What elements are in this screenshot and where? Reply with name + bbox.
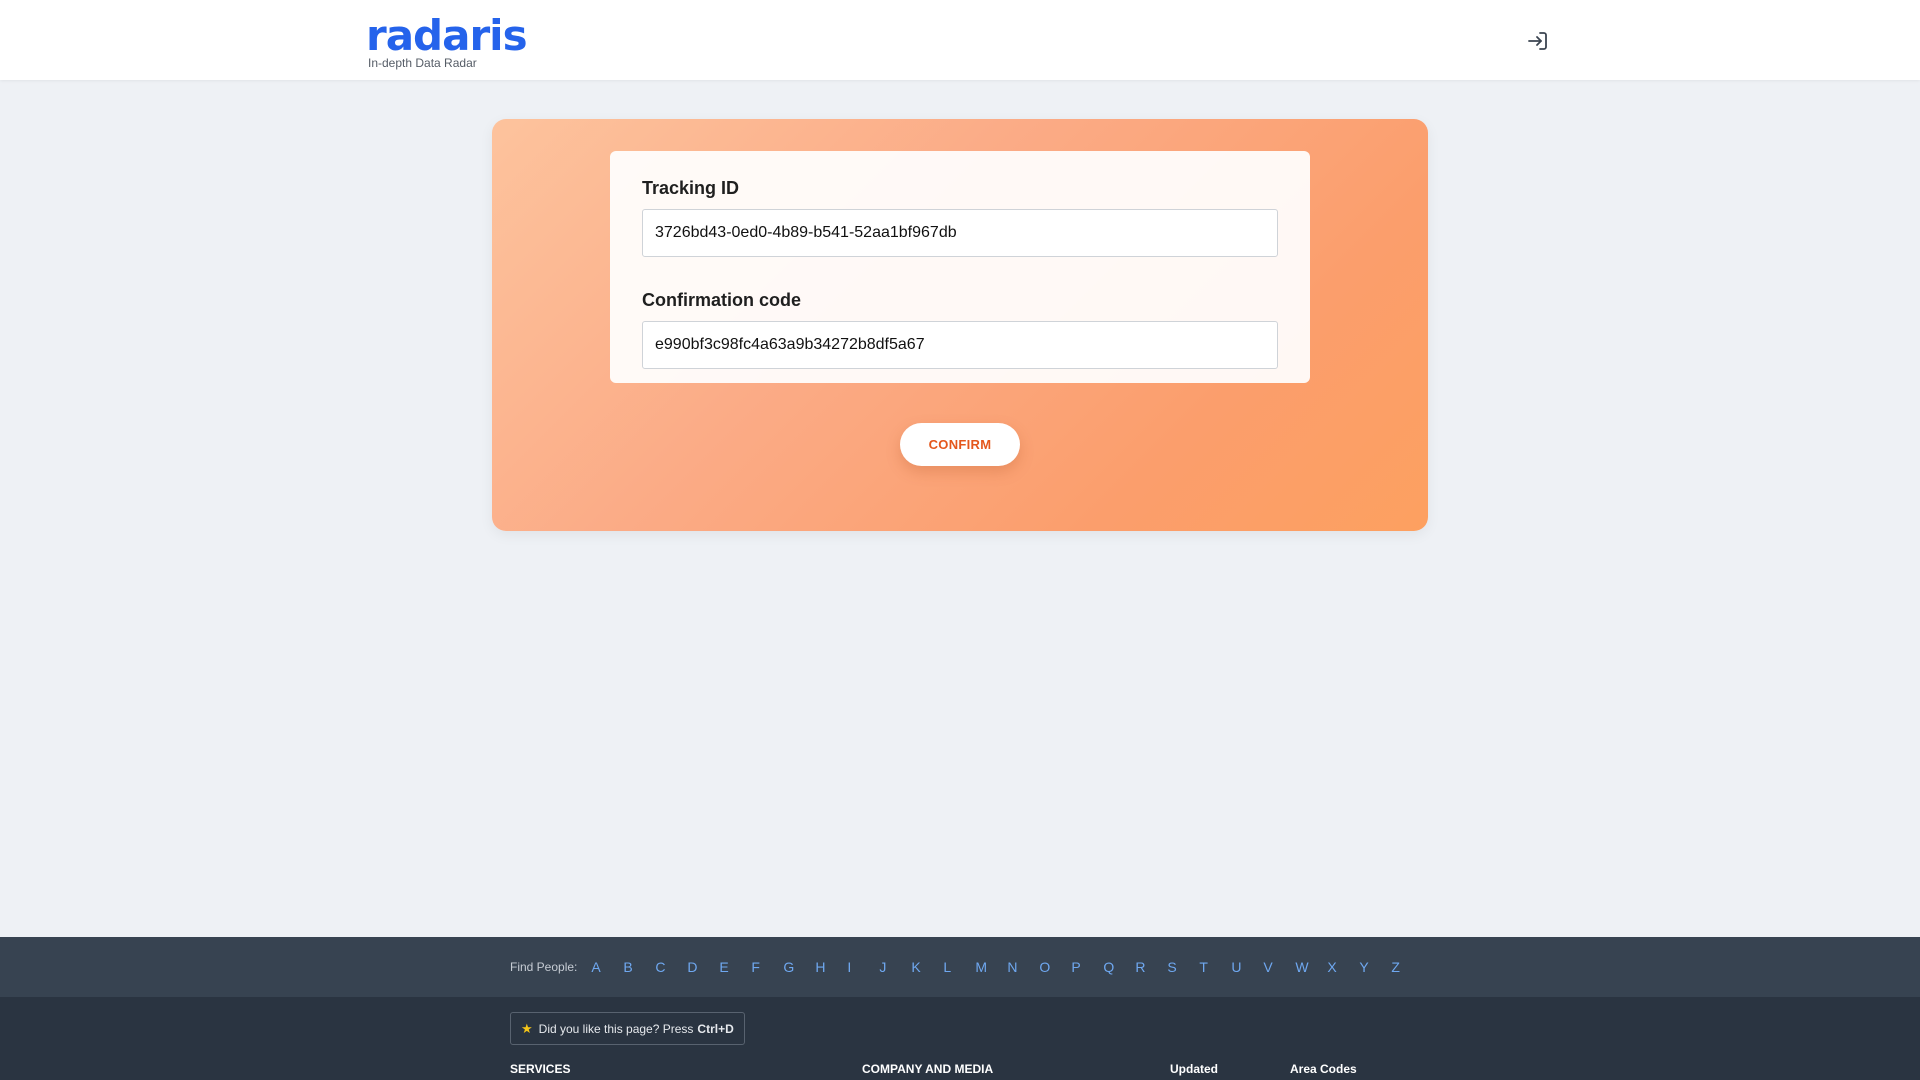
bookmark-text: Did you like this page? Press	[538, 1021, 694, 1036]
confirmation-form: Tracking ID Confirmation code	[610, 151, 1310, 383]
login-icon[interactable]	[1526, 29, 1550, 53]
letter-link-f[interactable]: F	[751, 959, 783, 975]
letter-link-a[interactable]: A	[591, 959, 623, 975]
confirmation-code-input[interactable]	[642, 321, 1278, 369]
alphabet-nav: Find People: ABCDEFGHIJKLMNOPQRSTUVWXYZ	[510, 937, 1423, 997]
footer-heading-updated[interactable]: Updated	[1170, 1062, 1218, 1076]
site-footer: Find People: ABCDEFGHIJKLMNOPQRSTUVWXYZ …	[0, 937, 1920, 1080]
letter-link-h[interactable]: H	[815, 959, 847, 975]
tracking-id-input[interactable]	[642, 209, 1278, 257]
find-people-bar: Find People: ABCDEFGHIJKLMNOPQRSTUVWXYZ	[0, 937, 1920, 997]
letter-link-g[interactable]: G	[783, 959, 815, 975]
tracking-id-label: Tracking ID	[642, 178, 740, 198]
letter-link-x[interactable]: X	[1327, 959, 1359, 975]
confirm-button[interactable]: CONFIRM	[900, 423, 1020, 466]
letter-link-q[interactable]: Q	[1103, 959, 1135, 975]
letter-link-o[interactable]: O	[1039, 959, 1071, 975]
letter-link-d[interactable]: D	[687, 959, 719, 975]
find-people-label: Find People:	[510, 960, 578, 974]
star-icon: ★	[521, 1020, 533, 1036]
letter-link-i[interactable]: I	[847, 959, 879, 975]
letter-link-n[interactable]: N	[1007, 959, 1039, 975]
letter-link-l[interactable]: L	[943, 959, 975, 975]
confirmation-code-label: Confirmation code	[642, 290, 802, 310]
bookmark-shortcut: Ctrl+D	[697, 1021, 734, 1036]
site-logo[interactable]: radaris In-depth Data Radar	[366, 11, 528, 71]
bookmark-hint: ★ Did you like this page? Press Ctrl+D	[510, 1012, 745, 1045]
letter-link-e[interactable]: E	[719, 959, 751, 975]
letter-link-m[interactable]: M	[975, 959, 1007, 975]
letter-link-v[interactable]: V	[1263, 959, 1295, 975]
footer-heading-area-codes[interactable]: Area Codes	[1290, 1062, 1357, 1076]
letter-link-k[interactable]: K	[911, 959, 943, 975]
letter-link-t[interactable]: T	[1199, 959, 1231, 975]
letter-link-c[interactable]: C	[655, 959, 687, 975]
site-header: radaris In-depth Data Radar	[0, 0, 1920, 80]
footer-heading-company-media: COMPANY AND MEDIA	[862, 1062, 994, 1076]
confirmation-card: Tracking ID Confirmation code CONFIRM	[492, 119, 1428, 531]
letter-link-p[interactable]: P	[1071, 959, 1103, 975]
letter-link-r[interactable]: R	[1135, 959, 1167, 975]
logo-wordmark: radaris	[366, 11, 528, 60]
letter-link-z[interactable]: Z	[1391, 959, 1423, 975]
letter-link-j[interactable]: J	[879, 959, 911, 975]
letter-link-u[interactable]: U	[1231, 959, 1263, 975]
footer-heading-services: SERVICES	[510, 1062, 571, 1076]
letter-link-y[interactable]: Y	[1359, 959, 1391, 975]
letter-link-s[interactable]: S	[1167, 959, 1199, 975]
letter-link-b[interactable]: B	[623, 959, 655, 975]
letter-link-w[interactable]: W	[1295, 959, 1327, 975]
